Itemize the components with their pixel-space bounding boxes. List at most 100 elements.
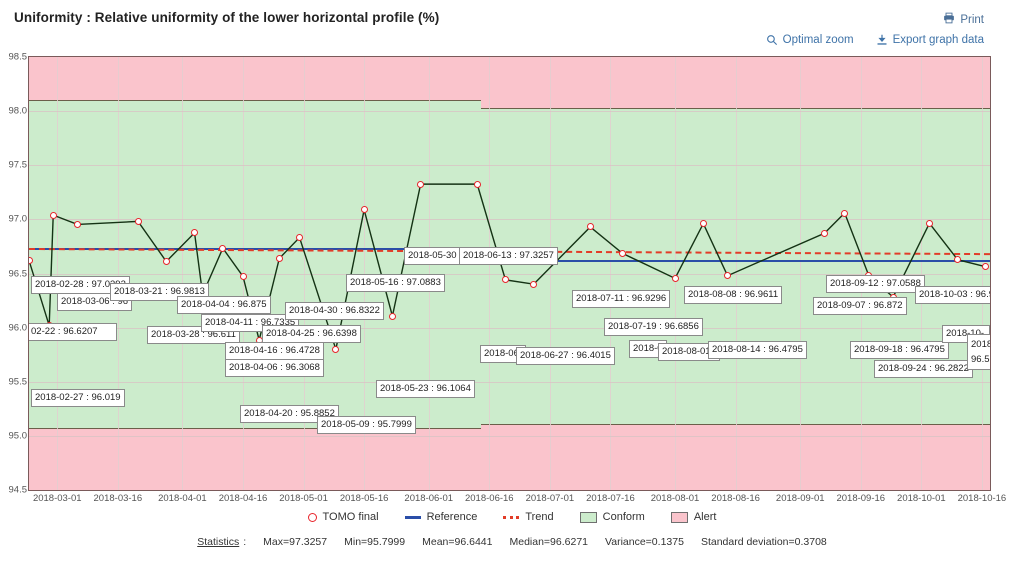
x-axis-tick: 2018-05-16	[339, 493, 389, 504]
data-point[interactable]	[820, 229, 828, 237]
statistics-item: Standard deviation=0.3708	[700, 536, 827, 548]
x-axis-tick: 2018-05-01	[279, 493, 328, 504]
data-point-label: 2018-07-19 : 96.6856	[604, 318, 703, 336]
legend-swatch-circle-icon	[307, 512, 317, 522]
x-axis-tick: 2018-03-01	[32, 493, 82, 504]
legend-item-label: TOMO final	[322, 511, 379, 523]
x-axis-tick: 2018-04-01	[158, 493, 207, 504]
x-axis-tick: 2018-08-16	[711, 493, 760, 504]
data-point-label: 2018-10-03 : 96.9639	[915, 286, 990, 304]
optimal-zoom-button[interactable]: Optimal zoom	[766, 34, 854, 46]
chart-legend: TOMO final Reference Trend Conform Alert	[0, 511, 1024, 523]
data-point-label: 2018-04-16 : 96.4728	[225, 342, 324, 360]
y-axis-tick: 96.0	[8, 322, 28, 334]
data-point-label: 2018-04-06 : 96.3068	[225, 359, 324, 377]
y-axis-tick: 97.0	[8, 213, 28, 225]
legend-swatch-box-icon	[670, 511, 688, 523]
page-title: Uniformity : Relative uniformity of the …	[14, 10, 440, 25]
y-axis-tick: 98.0	[8, 105, 28, 117]
data-point[interactable]	[841, 209, 849, 217]
data-point[interactable]	[388, 312, 396, 320]
statistics-bar: Statistics : Max=97.3257 Min=95.7999 Mean=9…	[0, 536, 1024, 548]
data-point-label: 2018-06-27 : 96.4015	[516, 347, 615, 365]
legend-item[interactable]: Trend	[503, 511, 554, 523]
x-axis-tick: 2018-10-16	[957, 493, 1007, 504]
x-axis-tick: 2018-04-16	[218, 493, 268, 504]
graph-toolbar: Optimal zoom Export graph data	[766, 34, 984, 46]
y-axis-tick: 94.5	[8, 484, 28, 496]
chart-page: Uniformity : Relative uniformity of the …	[0, 0, 1024, 576]
x-axis: 2018-03-01 2018-03-16 2018-04-01 2018-04-16…	[28, 493, 1006, 509]
data-point-label: 2018-09-24 : 96.2822	[874, 360, 973, 378]
x-axis-tick: 2018-08-01	[650, 493, 700, 504]
printer-icon	[943, 12, 955, 27]
statistics-label: Statistics	[197, 536, 240, 548]
data-point[interactable]	[473, 180, 481, 188]
x-axis-tick: 2018-10-01	[897, 493, 946, 504]
data-point-label: 2018-05-23 : 96.1064	[376, 380, 475, 398]
print-button[interactable]: Print	[943, 12, 984, 27]
x-axis-tick: 2018-06-16	[464, 493, 514, 504]
export-graph-data-label: Export graph data	[892, 34, 984, 46]
data-point-label: 2018-09-07 : 96.872	[813, 297, 907, 315]
statistics-separator: :	[243, 536, 247, 548]
legend-item-label: Alert	[693, 511, 717, 523]
data-point[interactable]	[360, 206, 368, 214]
data-point[interactable]	[162, 257, 170, 265]
data-point-label: 2018-05-09 : 95.7999	[317, 416, 416, 434]
export-graph-data-button[interactable]: Export graph data	[876, 34, 984, 46]
y-axis-tick: 97.5	[8, 159, 28, 171]
x-axis-tick: 2018-03-16	[93, 493, 143, 504]
legend-item[interactable]: Alert	[670, 511, 717, 523]
data-point-label: 2018-05-16 : 97.0883	[346, 274, 445, 292]
x-axis-tick: 2018-07-01	[525, 493, 575, 504]
legend-swatch-box-icon	[579, 511, 597, 523]
data-point-label: 2018-02-27 : 96.019	[31, 389, 125, 407]
x-axis-tick: 2018-09-16	[836, 493, 886, 504]
data-point[interactable]	[417, 180, 425, 188]
data-point-label: 2018-07-11 : 96.9296	[572, 290, 671, 308]
legend-item[interactable]: TOMO final	[307, 511, 379, 523]
data-point-label: 2018-04-25 : 96.6398	[262, 325, 361, 343]
data-point[interactable]	[530, 280, 538, 288]
y-axis-tick: 95.0	[8, 430, 28, 442]
data-point-label: 2018-04-30 : 96.8322	[285, 302, 384, 320]
legend-item-label: Conform	[602, 511, 645, 523]
magnifier-icon	[766, 34, 778, 46]
data-point[interactable]	[699, 220, 707, 228]
legend-swatch-line-icon	[404, 515, 421, 519]
data-point[interactable]	[73, 220, 81, 228]
print-label: Print	[960, 13, 984, 26]
legend-item[interactable]: Reference	[404, 511, 477, 523]
statistics-item: Max=97.3257	[263, 536, 328, 548]
statistics-item: Variance=0.1375	[605, 536, 684, 548]
data-point[interactable]	[49, 211, 57, 219]
download-icon	[876, 34, 888, 46]
data-point-label: 2018-09-18 : 96.4795	[850, 341, 949, 359]
data-point[interactable]	[619, 249, 627, 257]
data-point[interactable]	[275, 254, 283, 262]
data-point-label: 2018-08-08 : 96.9611	[684, 286, 783, 304]
y-axis-tick: 96.5	[8, 268, 28, 279]
y-axis-tick: 98.5	[8, 51, 28, 63]
data-point[interactable]	[925, 219, 933, 227]
data-point[interactable]	[134, 217, 142, 225]
data-point-label: 02-22 : 96.6207	[29, 323, 117, 341]
data-point[interactable]	[29, 256, 33, 264]
statistics-item: Min=95.7999	[344, 536, 406, 548]
x-axis-tick: 2018-06-01	[404, 493, 454, 504]
data-point[interactable]	[671, 274, 679, 282]
y-axis-tick: 95.5	[8, 376, 28, 388]
data-point-label: 2018-04-04 : 96.875	[177, 296, 271, 314]
legend-item-label: Trend	[525, 511, 554, 523]
plot-area[interactable]: 02-22 : 96.6207 2018-02-27 : 96.019 2018-0…	[28, 56, 991, 491]
data-point-label: 2018-06-13 : 97.3257	[459, 247, 558, 265]
data-point[interactable]	[239, 272, 247, 280]
data-point[interactable]	[219, 244, 227, 252]
optimal-zoom-label: Optimal zoom	[782, 34, 854, 46]
legend-item[interactable]: Conform	[579, 511, 645, 523]
data-point-label: 2018-08-14 : 96.4795	[708, 341, 807, 359]
x-axis-tick: 2018-09-01	[775, 493, 825, 504]
data-point[interactable]	[296, 234, 304, 242]
y-axis: 98.5 98.0 97.5 97.0 96.5 96.0 95.5 95.0 94.5	[0, 52, 28, 496]
